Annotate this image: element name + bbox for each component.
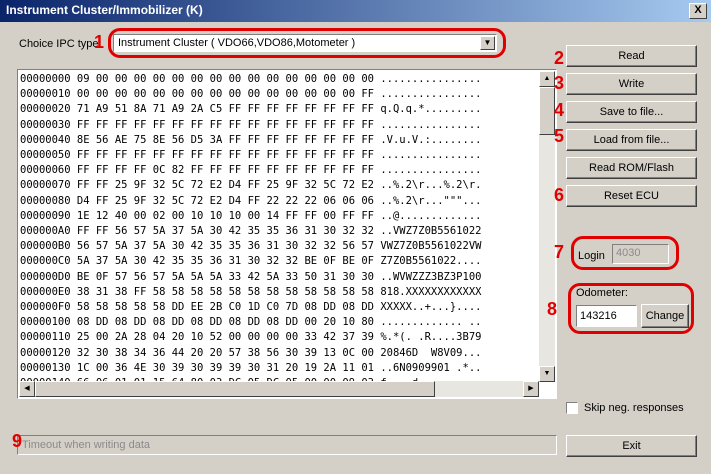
hex-row: 000000B0 56 57 5A 37 5A 30 42 35 35 36 3… (20, 240, 482, 253)
annotation-3: 3 (554, 73, 565, 93)
annotation-5: 5 (554, 126, 565, 146)
write-button[interactable]: Write (566, 73, 697, 95)
vertical-scrollbar[interactable]: ▲ ▼ (539, 71, 555, 382)
hex-row: 00000080 D4 FF 25 9F 32 5C 72 E2 D4 FF 2… (20, 194, 482, 207)
hex-row: 00000130 1C 00 36 4E 30 39 30 39 39 30 3… (20, 361, 482, 374)
hex-row: 00000050 FF FF FF FF FF FF FF FF FF FF F… (20, 149, 482, 162)
choice-ipc-label: Choice IPC type: (19, 38, 102, 50)
hex-row: 00000120 32 30 38 34 36 44 20 20 57 38 5… (20, 346, 482, 359)
hex-row: 00000070 FF FF 25 9F 32 5C 72 E2 D4 FF 2… (20, 179, 482, 192)
window-title: Instrument Cluster/Immobilizer (K) (6, 3, 203, 17)
scroll-thumb[interactable] (539, 87, 555, 135)
read-button[interactable]: Read (566, 45, 697, 67)
status-bar: Timeout when writing data (17, 435, 557, 455)
scroll-left-icon[interactable]: ◀ (19, 381, 35, 397)
hex-dump-view[interactable]: 00000000 09 00 00 00 00 00 00 00 00 00 0… (17, 69, 557, 399)
scroll-down-icon[interactable]: ▼ (539, 366, 555, 382)
hex-row: 000000D0 BE 0F 57 56 57 5A 5A 5A 33 42 5… (20, 270, 482, 283)
annotation-7: 7 (554, 242, 565, 262)
hex-row: 00000000 09 00 00 00 00 00 00 00 00 00 0… (20, 73, 482, 85)
scroll-up-icon[interactable]: ▲ (539, 71, 555, 87)
hex-row: 00000060 FF FF FF FF 0C 82 FF FF FF FF F… (20, 164, 482, 177)
title-bar: Instrument Cluster/Immobilizer (K) X (0, 0, 711, 22)
save-to-file-button[interactable]: Save to file... (566, 101, 697, 123)
skip-neg-responses-checkbox[interactable] (566, 402, 578, 414)
hex-row: 000000F0 58 58 58 58 58 DD EE 2B C0 1D C… (20, 301, 482, 314)
hex-row: 00000020 71 A9 51 8A 71 A9 2A C5 FF FF F… (20, 103, 482, 116)
close-button[interactable]: X (689, 3, 707, 19)
hscroll-thumb[interactable] (35, 381, 435, 397)
annotation-6: 6 (554, 185, 565, 205)
scroll-right-icon[interactable]: ▶ (523, 381, 539, 397)
hex-row: 000000E0 38 31 38 FF 58 58 58 58 58 58 5… (20, 285, 482, 298)
hex-row: 000000C0 5A 37 5A 30 42 35 35 36 31 30 3… (20, 255, 482, 268)
hex-row: 00000090 1E 12 40 00 02 00 10 10 10 00 1… (20, 209, 482, 222)
hex-row: 00000040 8E 56 AE 75 8E 56 D5 3A FF FF F… (20, 133, 482, 146)
hex-row: 00000110 25 00 2A 28 04 20 10 52 00 00 0… (20, 331, 482, 344)
highlight-login (571, 236, 679, 270)
highlight-ipc-type (108, 28, 506, 58)
skip-neg-responses-label: Skip neg. responses (584, 402, 684, 414)
annotation-1: 1 (94, 32, 105, 52)
annotation-4: 4 (554, 100, 565, 120)
annotation-2: 2 (554, 48, 565, 68)
hex-row: 00000030 FF FF FF FF FF FF FF FF FF FF F… (20, 118, 482, 131)
read-rom-flash-button[interactable]: Read ROM/Flash (566, 157, 697, 179)
hex-row: 000000A0 FF FF 56 57 5A 37 5A 30 42 35 3… (20, 225, 482, 238)
exit-button[interactable]: Exit (566, 435, 697, 457)
hex-row: 00000100 08 DD 08 DD 08 DD 08 DD 08 DD 0… (20, 316, 482, 329)
annotation-9: 9 (12, 431, 23, 451)
hex-row: 00000010 00 00 00 00 00 00 00 00 00 00 0… (20, 88, 482, 101)
highlight-odometer (568, 283, 694, 334)
horizontal-scrollbar[interactable]: ◀ ▶ (19, 381, 539, 397)
load-from-file-button[interactable]: Load from file... (566, 129, 697, 151)
reset-ecu-button[interactable]: Reset ECU (566, 185, 697, 207)
annotation-8: 8 (547, 299, 558, 319)
hex-dump-lines: 00000000 09 00 00 00 00 00 00 00 00 00 0… (20, 72, 540, 382)
